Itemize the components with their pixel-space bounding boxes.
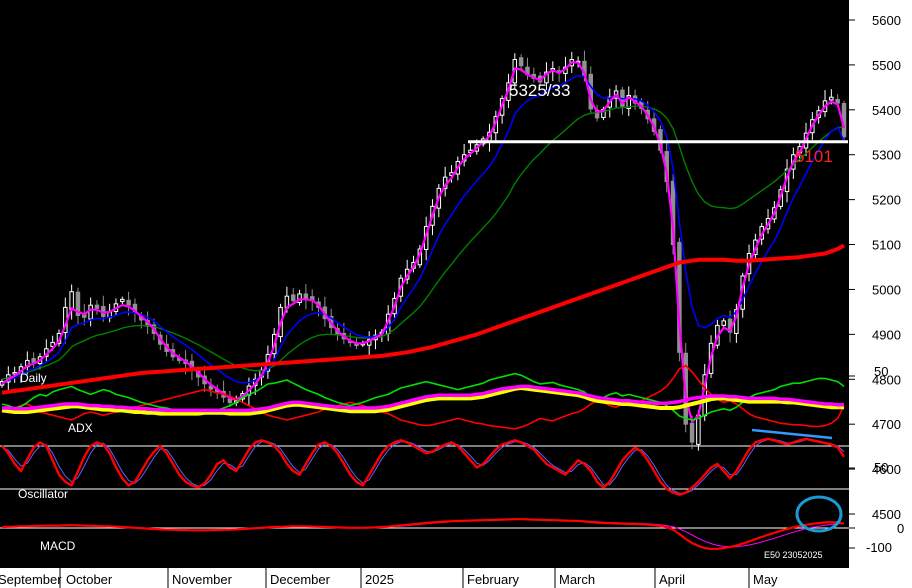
chart-svg: 5600550054005300520051005000490048004700… xyxy=(0,0,912,588)
price-tick-label: 5200 xyxy=(872,193,901,208)
candle-body xyxy=(303,293,309,299)
candle-body xyxy=(126,299,131,306)
watermark: E50 23052025 xyxy=(764,550,823,560)
level-label: 5325/33 xyxy=(509,81,570,100)
candle-body xyxy=(120,298,125,303)
price-tick-label: 4500 xyxy=(872,507,901,522)
month-label-april: April xyxy=(659,572,685,587)
candle-body xyxy=(689,422,695,443)
month-label-february: February xyxy=(467,572,520,587)
candle-body xyxy=(721,320,726,326)
candle-body xyxy=(290,294,296,302)
candle-body xyxy=(88,304,93,320)
ma200-label: 5101 xyxy=(795,147,833,166)
price-tick-label: 5300 xyxy=(872,148,901,163)
price-tick-label: 4900 xyxy=(872,327,901,342)
macd-axis-tick-minus100: -100 xyxy=(866,540,892,555)
price-tick-label: 5500 xyxy=(872,58,901,73)
candle-body xyxy=(31,358,36,363)
month-label-may: May xyxy=(753,572,778,587)
candle-body xyxy=(835,98,840,104)
chart-background xyxy=(0,0,912,588)
oscillator-pane-label: Oscillator xyxy=(18,487,68,501)
candle-body xyxy=(518,57,524,67)
macd-pane-label: MACD xyxy=(40,539,76,553)
month-label-december: December xyxy=(270,572,331,587)
month-label-september: September xyxy=(0,572,62,587)
month-label-2025: 2025 xyxy=(365,572,394,587)
candle-body xyxy=(696,414,701,445)
adx-axis-tick: 50 xyxy=(874,364,888,379)
price-tick-label: 5600 xyxy=(872,13,901,28)
adx-pane-label-bottom: ADX xyxy=(68,421,93,435)
month-label-march: March xyxy=(559,572,595,587)
price-tick-label: 5100 xyxy=(872,238,901,253)
candle-body xyxy=(69,291,74,311)
month-label-october: October xyxy=(66,572,113,587)
price-tick-label: 5400 xyxy=(872,103,901,118)
price-tick-label: 4700 xyxy=(872,417,901,432)
price-tick-label: 5000 xyxy=(872,282,901,297)
macd-axis-tick-0: 0 xyxy=(897,521,904,536)
candle-body xyxy=(94,304,100,309)
candle-body xyxy=(227,398,233,404)
candle-body xyxy=(829,96,834,101)
oscillator-axis-tick: 50 xyxy=(874,460,888,475)
adx-pane-label-top: Daily xyxy=(20,371,47,385)
month-label-november: November xyxy=(172,572,233,587)
